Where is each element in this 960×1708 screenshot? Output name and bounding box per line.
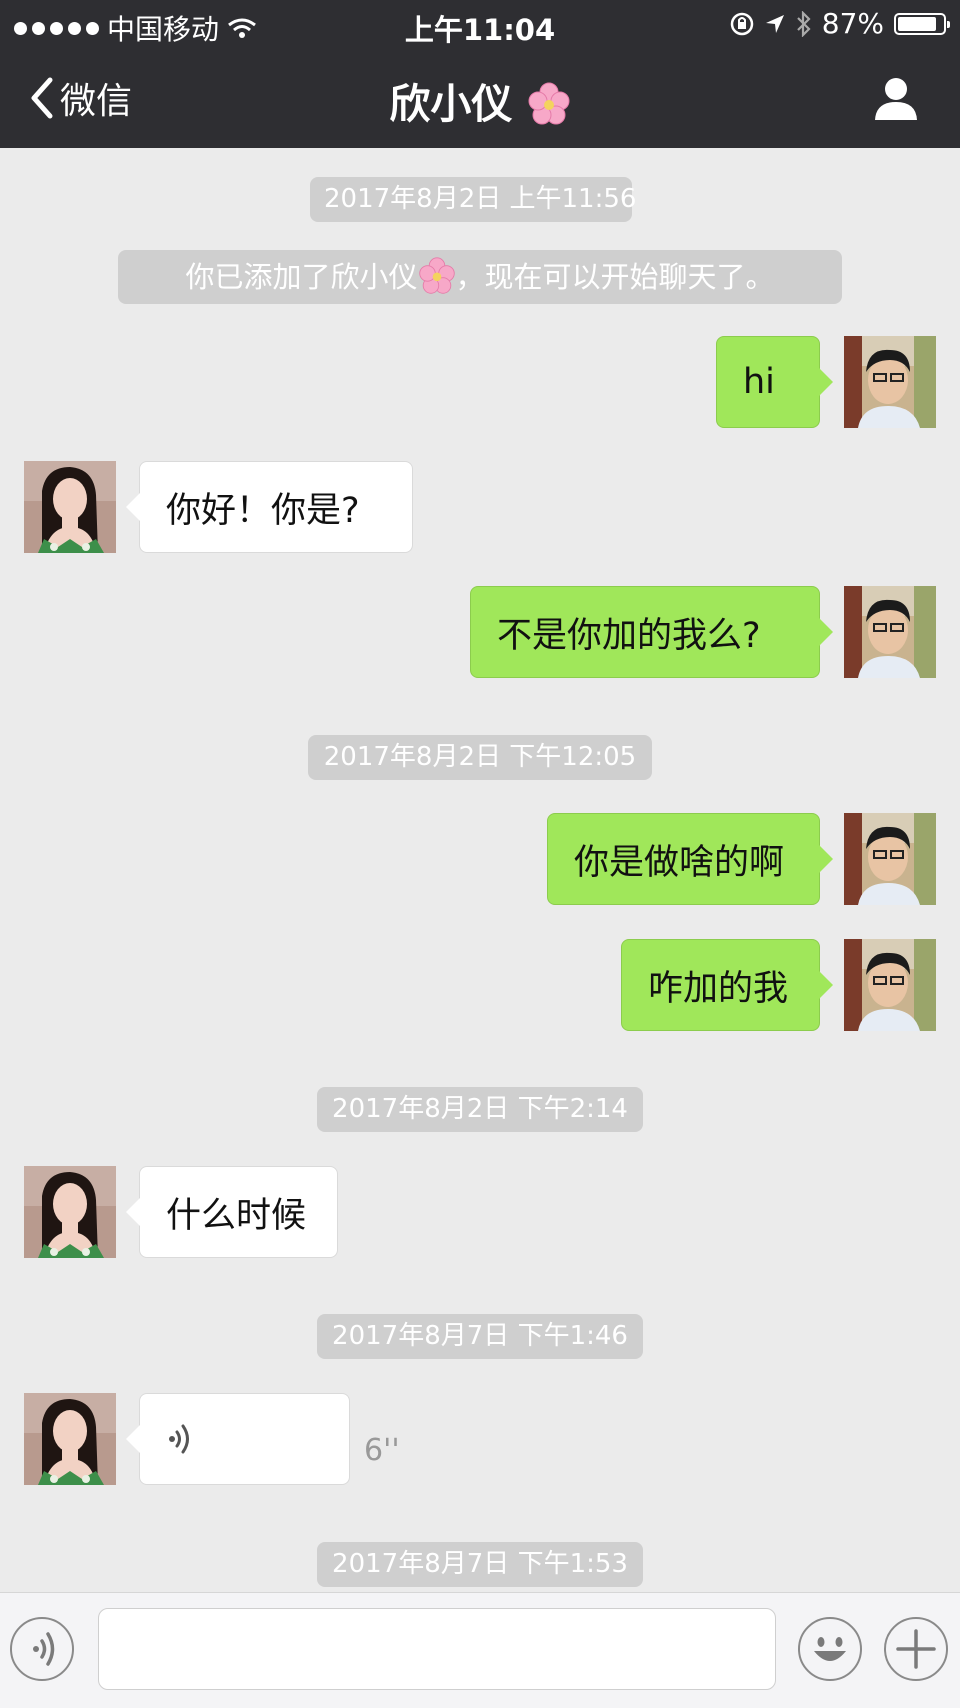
orientation-lock-icon bbox=[730, 12, 754, 35]
emoji-button[interactable] bbox=[798, 1617, 862, 1681]
message-text: hi bbox=[743, 362, 775, 402]
message-input[interactable] bbox=[98, 1608, 776, 1690]
message-text: 咋加的我 bbox=[648, 968, 789, 1009]
voice-icon bbox=[169, 1424, 189, 1454]
message-bubble-received[interactable]: 你好！你是? bbox=[126, 461, 413, 553]
cherry-blossom-icon bbox=[418, 257, 455, 294]
cherry-blossom-icon bbox=[528, 82, 570, 125]
message-bubble-sent[interactable]: 不是你加的我么? bbox=[470, 586, 833, 678]
chat-title-text: 欣小仪 bbox=[389, 80, 513, 128]
nav-bar: 微信 欣小仪 bbox=[0, 48, 960, 148]
status-right: 87% bbox=[730, 7, 950, 40]
voice-duration: 6'' bbox=[364, 1433, 400, 1468]
battery-percent: 87% bbox=[821, 7, 884, 40]
avatar-me[interactable] bbox=[844, 939, 936, 1031]
voice-message-bubble[interactable] bbox=[126, 1393, 350, 1485]
message-text: 不是你加的我么? bbox=[497, 615, 761, 656]
avatar-contact[interactable] bbox=[24, 1393, 116, 1485]
message-bubble-received[interactable]: 什么时候 bbox=[126, 1166, 338, 1258]
message-bubble-sent[interactable]: hi bbox=[716, 336, 833, 428]
avatar-me[interactable] bbox=[844, 586, 936, 678]
avatar-me[interactable] bbox=[844, 336, 936, 428]
avatar-me[interactable] bbox=[844, 813, 936, 905]
timestamp: 2017年8月7日 下午1:53 bbox=[317, 1542, 643, 1587]
chat-title: 欣小仪 bbox=[0, 70, 960, 130]
system-message: 你已添加了欣小仪 ，现在可以开始聊天了。 bbox=[118, 250, 842, 304]
message-text: 什么时候 bbox=[166, 1195, 307, 1236]
timestamp: 2017年8月2日 下午2:14 bbox=[317, 1087, 643, 1132]
message-bubble-sent[interactable]: 咋加的我 bbox=[621, 939, 833, 1031]
battery-icon bbox=[894, 12, 950, 35]
profile-icon[interactable] bbox=[872, 74, 920, 122]
system-message-text: 你已添加了欣小仪 bbox=[185, 260, 418, 294]
emoji-icon bbox=[814, 1637, 846, 1661]
more-button[interactable] bbox=[884, 1617, 948, 1681]
top-bar: 中国移动 上午11:04 87% 微信 欣小仪 bbox=[0, 0, 960, 148]
plus-icon bbox=[896, 1629, 936, 1669]
voice-icon bbox=[33, 1632, 55, 1666]
avatar-contact[interactable] bbox=[24, 1166, 116, 1258]
message-text: 你好！你是? bbox=[166, 490, 360, 531]
timestamp: 2017年8月2日 上午11:56 bbox=[310, 177, 636, 222]
message-text: 你是做啥的啊 bbox=[574, 842, 785, 883]
system-message-text-end: ，现在可以开始聊天了。 bbox=[455, 260, 775, 294]
avatar-contact[interactable] bbox=[24, 461, 116, 553]
voice-toggle-button[interactable] bbox=[10, 1617, 74, 1681]
input-bar bbox=[0, 1592, 960, 1708]
bluetooth-icon bbox=[796, 10, 811, 37]
timestamp: 2017年8月7日 下午1:46 bbox=[317, 1314, 643, 1359]
status-bar: 中国移动 上午11:04 87% bbox=[0, 0, 960, 48]
message-bubble-sent[interactable]: 你是做啥的啊 bbox=[547, 813, 833, 905]
timestamp: 2017年8月2日 下午12:05 bbox=[308, 735, 652, 780]
location-arrow-icon bbox=[765, 14, 784, 33]
